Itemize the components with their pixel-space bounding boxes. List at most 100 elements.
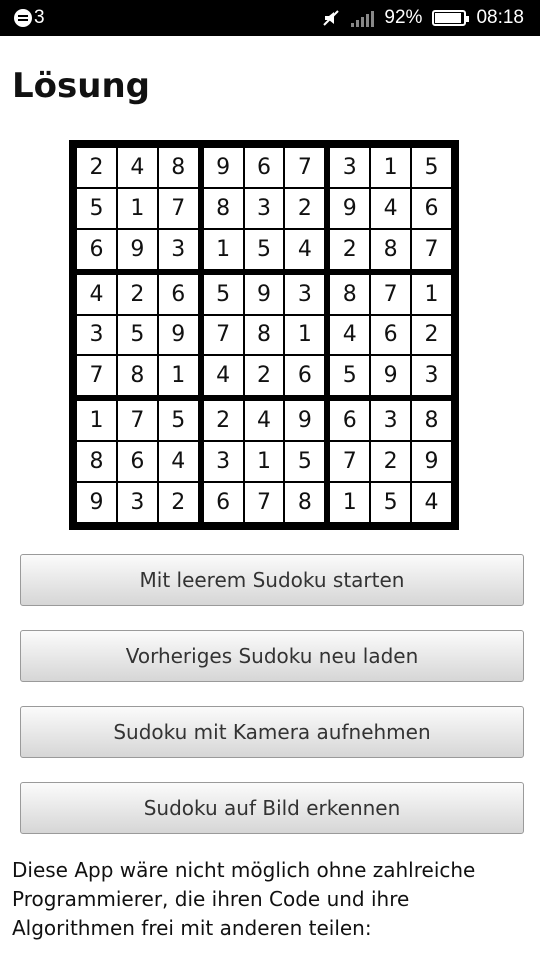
status-bar: 3 92% 08:18: [0, 0, 540, 36]
sudoku-cell: 7: [244, 483, 284, 522]
sudoku-cell: 7: [412, 229, 451, 269]
camera-capture-sudoku-button[interactable]: Sudoku mit Kamera aufnehmen: [20, 706, 524, 758]
status-bar-right: 92% 08:18: [321, 0, 524, 36]
sudoku-cell: 4: [371, 188, 411, 228]
battery-percent: 92%: [384, 7, 423, 28]
sudoku-cell: 8: [117, 356, 157, 396]
sudoku-cell: 8: [244, 315, 284, 355]
sudoku-cell: 3: [117, 483, 157, 522]
sudoku-cell: 6: [330, 401, 370, 441]
sudoku-cell: 7: [203, 315, 243, 355]
sudoku-cell: 5: [203, 274, 243, 314]
sudoku-cell: 5: [158, 401, 198, 441]
sudoku-box: 967 832 154: [203, 148, 325, 269]
signal-icon: [351, 9, 375, 27]
sudoku-cell: 9: [371, 356, 411, 396]
sudoku-cell: 2: [77, 148, 116, 187]
sudoku-box: 248 517 693: [77, 148, 198, 269]
sudoku-cell: 2: [158, 483, 198, 522]
sudoku-cell: 5: [371, 483, 411, 522]
notification-icon: [14, 9, 32, 27]
sudoku-box: 871 462 593: [330, 274, 451, 396]
sudoku-cell: 5: [330, 356, 370, 396]
sudoku-cell: 6: [371, 315, 411, 355]
sudoku-cell: 9: [117, 229, 157, 269]
sudoku-cell: 1: [203, 229, 243, 269]
sudoku-cell: 9: [244, 274, 284, 314]
sudoku-cell: 3: [244, 188, 284, 228]
credits-text: Diese App wäre nicht möglich ohne zahlre…: [12, 858, 476, 940]
sudoku-cell: 2: [244, 356, 284, 396]
sudoku-cell: 4: [412, 483, 451, 522]
sudoku-cell: 1: [285, 315, 325, 355]
mute-icon: [323, 10, 340, 26]
sudoku-cell: 8: [158, 148, 198, 187]
sudoku-cell: 6: [77, 229, 116, 269]
sudoku-cell: 3: [77, 315, 116, 355]
sudoku-cell: 6: [203, 483, 243, 522]
sudoku-cell: 8: [77, 442, 116, 482]
sudoku-cell: 8: [412, 401, 451, 441]
sudoku-cell: 9: [158, 315, 198, 355]
sudoku-cell: 6: [412, 188, 451, 228]
sudoku-cell: 1: [77, 401, 116, 441]
sudoku-box: 638 729 154: [330, 401, 451, 522]
sudoku-cell: 9: [203, 148, 243, 187]
sudoku-box: 426 359 781: [77, 274, 198, 396]
sudoku-cell: 2: [285, 188, 325, 228]
sudoku-cell: 5: [117, 315, 157, 355]
sudoku-cell: 4: [77, 274, 116, 314]
sudoku-cell: 3: [203, 442, 243, 482]
page-title: Lösung: [12, 66, 151, 106]
sudoku-cell: 7: [371, 274, 411, 314]
start-empty-sudoku-button[interactable]: Mit leerem Sudoku starten: [20, 554, 524, 606]
sudoku-cell: 9: [412, 442, 451, 482]
notification-count: 3: [34, 7, 45, 28]
sudoku-cell: 5: [77, 188, 116, 228]
sudoku-cell: 3: [285, 274, 325, 314]
sudoku-cell: 1: [117, 188, 157, 228]
sudoku-solution-grid: 2485176939678321543159462874263597815937…: [69, 140, 459, 530]
sudoku-cell: 1: [244, 442, 284, 482]
reload-previous-sudoku-button[interactable]: Vorheriges Sudoku neu laden: [20, 630, 524, 682]
sudoku-cell: 6: [117, 442, 157, 482]
sudoku-cell: 1: [330, 483, 370, 522]
sudoku-cell: 5: [412, 148, 451, 187]
sudoku-cell: 9: [330, 188, 370, 228]
sudoku-cell: 2: [117, 274, 157, 314]
sudoku-cell: 2: [330, 229, 370, 269]
sudoku-cell: 7: [330, 442, 370, 482]
sudoku-cell: 2: [412, 315, 451, 355]
status-bar-left: 3: [14, 0, 45, 36]
sudoku-cell: 3: [158, 229, 198, 269]
sudoku-cell: 9: [77, 483, 116, 522]
sudoku-cell: 8: [285, 483, 325, 522]
sudoku-cell: 4: [117, 148, 157, 187]
sudoku-cell: 4: [330, 315, 370, 355]
sudoku-box: 593 781 426: [203, 274, 325, 396]
sudoku-cell: 7: [117, 401, 157, 441]
sudoku-cell: 3: [330, 148, 370, 187]
sudoku-cell: 8: [330, 274, 370, 314]
sudoku-cell: 3: [412, 356, 451, 396]
sudoku-cell: 7: [77, 356, 116, 396]
sudoku-cell: 6: [244, 148, 284, 187]
battery-fill: [435, 13, 462, 23]
sudoku-box: 175 864 932: [77, 401, 198, 522]
sudoku-cell: 4: [158, 442, 198, 482]
sudoku-cell: 4: [285, 229, 325, 269]
sudoku-box: 315 946 287: [330, 148, 451, 269]
sudoku-cell: 5: [244, 229, 284, 269]
sudoku-cell: 5: [285, 442, 325, 482]
clock: 08:18: [476, 7, 524, 28]
sudoku-cell: 1: [412, 274, 451, 314]
sudoku-cell: 4: [244, 401, 284, 441]
recognize-image-sudoku-button[interactable]: Sudoku auf Bild erkennen: [20, 782, 524, 834]
sudoku-cell: 7: [158, 188, 198, 228]
sudoku-cell: 4: [203, 356, 243, 396]
sudoku-cell: 6: [158, 274, 198, 314]
sudoku-cell: 3: [371, 401, 411, 441]
sudoku-cell: 6: [285, 356, 325, 396]
sudoku-cell: 2: [371, 442, 411, 482]
battery-icon: [432, 10, 470, 26]
